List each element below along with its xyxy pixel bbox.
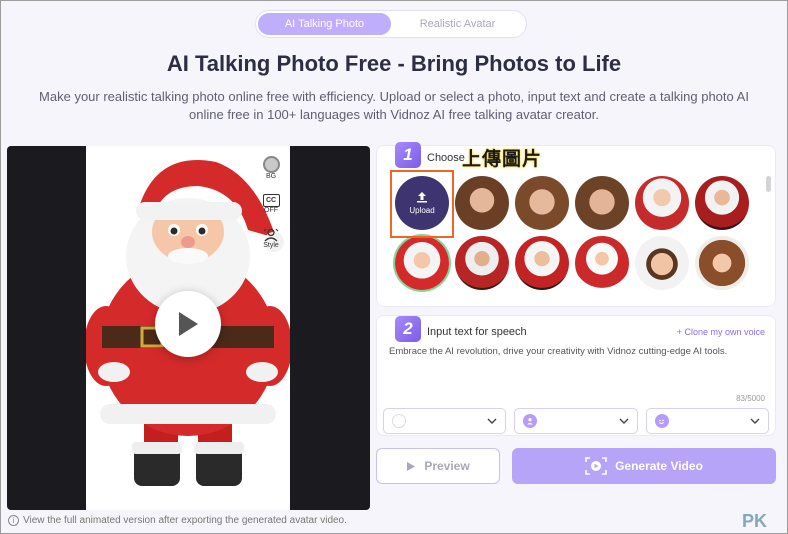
upload-highlight-box — [390, 170, 454, 238]
step-1-label: Choose — [427, 152, 465, 164]
bg-icon — [262, 156, 280, 173]
avatar-santa-3d[interactable] — [395, 236, 449, 290]
person-icon — [523, 414, 538, 428]
preview-footnote: i View the full animated version after e… — [8, 515, 347, 526]
style-control[interactable]: Style — [263, 228, 279, 249]
chevron-down-icon — [750, 418, 760, 424]
video-frame-icon — [585, 457, 607, 475]
voice-select[interactable] — [514, 408, 638, 434]
step-2-badge: 2 — [395, 316, 421, 342]
play-icon — [407, 461, 416, 471]
emotion-select[interactable] — [645, 408, 769, 434]
avatar-woman-3d[interactable] — [695, 236, 749, 290]
tab-ai-talking-photo[interactable]: AI Talking Photo — [258, 13, 391, 35]
avatar-santa-1[interactable] — [635, 176, 689, 230]
flag-icon — [392, 414, 406, 428]
avatar-grid: Upload — [390, 170, 765, 290]
speech-textarea[interactable]: Embrace the AI revolution, drive your cr… — [389, 346, 763, 357]
chevron-down-icon — [619, 418, 629, 424]
choose-photo-panel: 1 Choose Upload — [376, 142, 776, 307]
upload-annotation: 上傳圖片 — [462, 149, 543, 170]
generate-button-label: Generate Video — [615, 459, 703, 473]
avatar-girl-2[interactable] — [515, 176, 569, 230]
watermark-logo: PK — [741, 511, 767, 531]
cc-control[interactable]: CC OFF — [262, 194, 280, 214]
footnote-text: View the full animated version after exp… — [23, 515, 347, 526]
page-subtitle: Make your realistic talking photo online… — [39, 89, 749, 122]
generate-video-button[interactable]: Generate Video — [512, 448, 776, 484]
info-icon: i — [8, 515, 19, 526]
step-2-label: Input text for speech — [427, 326, 527, 338]
avatar-santa-2[interactable] — [695, 176, 749, 230]
language-select[interactable] — [383, 408, 507, 434]
cc-state-label: OFF — [264, 207, 278, 214]
cc-icon: CC — [262, 194, 280, 207]
avatar-scrollbar[interactable] — [766, 176, 771, 192]
preview-button[interactable]: Preview — [376, 448, 500, 484]
preview-panel: BG CC OFF Style — [7, 146, 370, 510]
smile-icon — [654, 414, 669, 428]
char-counter: 83/5000 — [736, 394, 765, 403]
play-button[interactable] — [155, 291, 221, 357]
avatar-boy-3d[interactable] — [635, 236, 689, 290]
preview-side-controls: BG CC OFF Style — [256, 156, 286, 249]
page-title: AI Talking Photo Free - Bring Photos to … — [166, 51, 622, 76]
style-label: Style — [263, 242, 279, 249]
chevron-down-icon — [487, 418, 497, 424]
tab-realistic-avatar[interactable]: Realistic Avatar — [391, 13, 524, 35]
upload-tile: Upload — [390, 170, 454, 238]
step-1-badge: 1 — [395, 142, 421, 168]
avatar-girl-1[interactable] — [455, 176, 509, 230]
person-style-icon — [263, 228, 279, 242]
avatar-santa-4[interactable] — [455, 236, 509, 290]
avatar-girl-3[interactable] — [575, 176, 629, 230]
avatar-santa-5[interactable] — [515, 236, 569, 290]
play-icon — [179, 312, 198, 336]
bg-control[interactable]: BG — [262, 156, 280, 180]
avatar-santa-6[interactable] — [575, 236, 629, 290]
clone-voice-link[interactable]: + Clone my own voice — [677, 327, 765, 337]
mode-tabs: AI Talking Photo Realistic Avatar — [255, 10, 527, 38]
speech-text-panel: 2 Input text for speech + Clone my own v… — [376, 315, 776, 436]
preview-button-label: Preview — [424, 459, 470, 473]
voice-selects — [383, 408, 769, 434]
bg-label: BG — [265, 173, 277, 180]
